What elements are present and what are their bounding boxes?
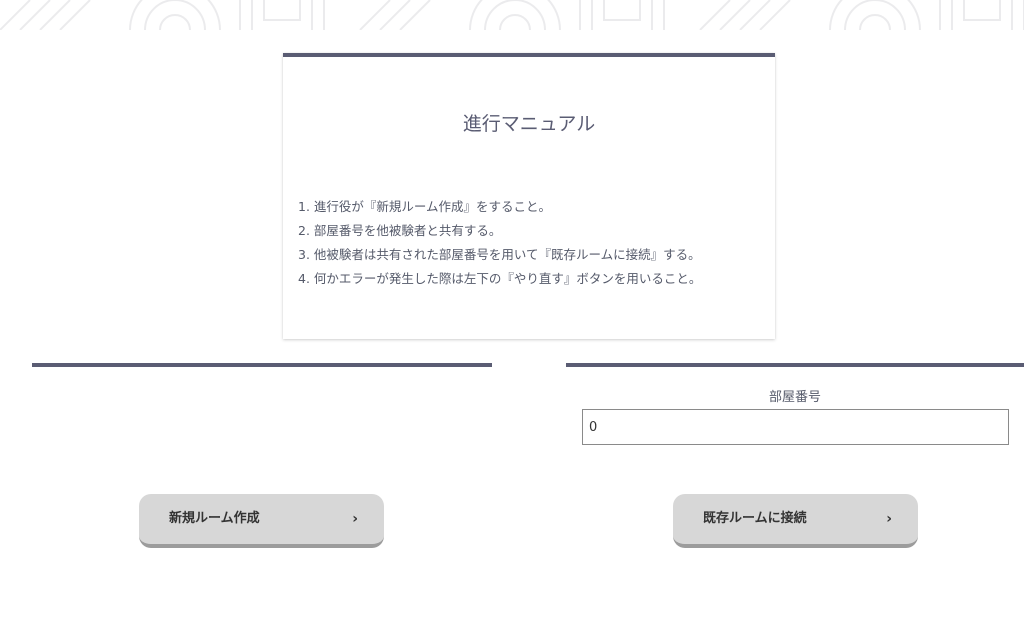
room-number-label: 部屋番号 bbox=[768, 390, 821, 405]
manual-step-3: 3. 他被験者は共有された部屋番号を用いて『既存ルームに接続』する。 bbox=[298, 247, 701, 262]
create-section-divider bbox=[32, 363, 492, 367]
manual-step-2: 2. 部屋番号を他被験者と共有する。 bbox=[298, 223, 502, 238]
chevron-right-icon: › bbox=[352, 511, 358, 527]
manual-card: 進行マニュアル 1. 進行役が『新規ルーム作成』をすること。 2. 部屋番号を他… bbox=[283, 53, 775, 339]
connect-room-button[interactable]: 既存ルームに接続 › bbox=[673, 494, 918, 548]
create-room-button-label: 新規ルーム作成 bbox=[169, 511, 260, 526]
background-pattern bbox=[0, 0, 1024, 30]
create-room-button[interactable]: 新規ルーム作成 › bbox=[139, 494, 384, 548]
manual-step-1: 1. 進行役が『新規ルーム作成』をすること。 bbox=[298, 199, 552, 214]
manual-step-4: 4. 何かエラーが発生した際は左下の『やり直す』ボタンを用いること。 bbox=[298, 271, 702, 286]
join-section-divider bbox=[566, 363, 1024, 367]
manual-title: 進行マニュアル bbox=[462, 113, 596, 135]
room-number-input[interactable] bbox=[582, 409, 1009, 445]
manual-steps-list: 1. 進行役が『新規ルーム作成』をすること。 2. 部屋番号を他被験者と共有する… bbox=[298, 195, 701, 291]
chevron-right-icon: › bbox=[886, 511, 892, 527]
connect-room-button-label: 既存ルームに接続 bbox=[703, 511, 807, 526]
